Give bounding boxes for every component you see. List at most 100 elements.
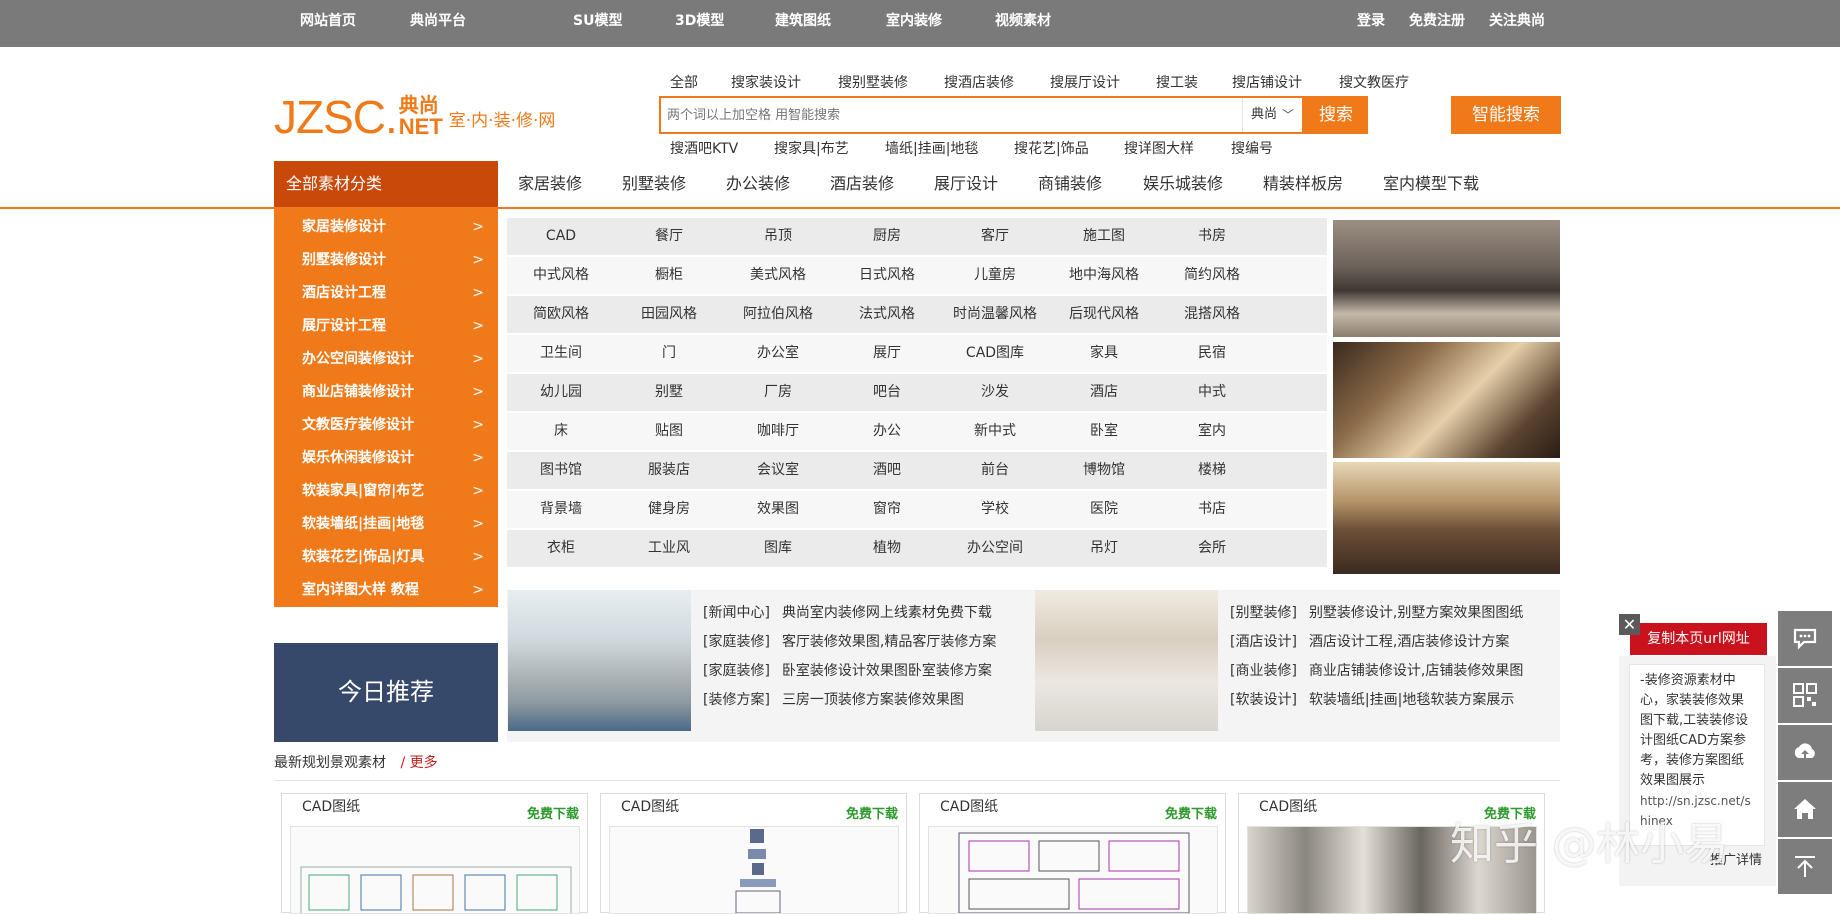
category-link[interactable]: 简约风格 [1158, 257, 1266, 294]
nav-item[interactable]: 别墅装修 [622, 161, 686, 207]
category-link[interactable]: 家具 [1050, 335, 1158, 372]
nav-item[interactable]: 娱乐城装修 [1143, 161, 1223, 207]
qrcode-icon[interactable] [1778, 668, 1832, 723]
category-link[interactable]: 展厅 [833, 335, 941, 372]
search-tab[interactable]: 搜酒店装修 [944, 72, 1014, 92]
hot-keyword[interactable]: 搜详图大样 [1124, 138, 1194, 158]
category-link[interactable]: 法式风格 [833, 296, 941, 333]
news-item[interactable]: [新闻中心] 典尚室内装修网上线素材免费下载 [703, 602, 992, 622]
news-item[interactable]: [酒店设计] 酒店设计工程,酒店装修设计方案 [1230, 631, 1509, 651]
topnav-3d-model[interactable]: 3D模型 [675, 0, 724, 43]
category-link[interactable]: 民宿 [1158, 335, 1266, 372]
nav-item[interactable]: 精装样板房 [1263, 161, 1343, 207]
category-link[interactable]: 餐厅 [615, 218, 723, 255]
category-link[interactable]: 前台 [941, 452, 1049, 489]
topnav-home[interactable]: 网站首页 [300, 0, 356, 43]
category-link[interactable]: 吊顶 [724, 218, 832, 255]
room-photo-lounge[interactable] [1333, 462, 1560, 574]
category-link[interactable]: 室内 [1158, 413, 1266, 450]
topnav-architecture[interactable]: 建筑图纸 [775, 0, 831, 43]
sidebar-item[interactable]: 酒店设计工程 > [274, 277, 498, 310]
upload-icon[interactable] [1778, 725, 1832, 780]
search-tab[interactable]: 搜别墅装修 [838, 72, 908, 92]
category-link[interactable]: 床 [507, 413, 615, 450]
category-link[interactable]: 厂房 [724, 374, 832, 411]
search-tab[interactable]: 搜文教医疗 [1339, 72, 1409, 92]
category-link[interactable]: 中式 [1158, 374, 1266, 411]
category-link[interactable]: 卫生间 [507, 335, 615, 372]
free-download-label[interactable]: 免费下载 [527, 803, 579, 822]
category-link[interactable]: 幼儿园 [507, 374, 615, 411]
category-link[interactable]: 儿童房 [941, 257, 1049, 294]
sidebar-item[interactable]: 家居装修设计 > [274, 211, 498, 244]
category-link[interactable]: 会议室 [724, 452, 832, 489]
category-link[interactable]: 日式风格 [833, 257, 941, 294]
category-link[interactable]: 门 [615, 335, 723, 372]
today-recommend-banner[interactable]: 今日推荐 [274, 643, 498, 742]
copy-url-button[interactable]: 复制本页url网址 [1630, 623, 1767, 655]
category-link[interactable]: 别墅 [615, 374, 723, 411]
hot-keyword[interactable]: 搜家具|布艺 [774, 138, 849, 158]
home-icon[interactable] [1778, 782, 1832, 837]
search-tab[interactable]: 搜工装 [1156, 72, 1198, 92]
sidebar-item[interactable]: 文教医疗装修设计 > [274, 409, 498, 442]
search-scope-select[interactable]: 典尚 ﹀ [1242, 98, 1302, 132]
topnav-su-model[interactable]: SU模型 [573, 0, 622, 43]
category-link[interactable]: 办公室 [724, 335, 832, 372]
free-download-label[interactable]: 免费下载 [846, 803, 898, 822]
category-link[interactable]: 阿拉伯风格 [724, 296, 832, 333]
search-tab[interactable]: 全部 [670, 72, 698, 92]
category-link[interactable]: 客厅 [941, 218, 1049, 255]
category-link[interactable]: 植物 [833, 530, 941, 567]
category-link[interactable]: 博物馆 [1050, 452, 1158, 489]
category-link[interactable]: 施工图 [1050, 218, 1158, 255]
sidebar-item[interactable]: 软装花艺|饰品|灯具 > [274, 541, 498, 574]
nav-item[interactable]: 家居装修 [518, 161, 582, 207]
search-input[interactable] [667, 104, 1187, 126]
news-item[interactable]: [商业装修] 商业店铺装修设计,店铺装修效果图 [1230, 660, 1523, 680]
sidebar-item[interactable]: 办公空间装修设计 > [274, 343, 498, 376]
search-tab[interactable]: 搜展厅设计 [1050, 72, 1120, 92]
chat-icon[interactable] [1778, 611, 1832, 666]
room-photo-living[interactable] [1333, 220, 1560, 337]
category-link[interactable]: 图库 [724, 530, 832, 567]
category-link[interactable]: 吊灯 [1050, 530, 1158, 567]
category-link[interactable]: 田园风格 [615, 296, 723, 333]
category-link[interactable]: 书房 [1158, 218, 1266, 255]
login-link[interactable]: 登录 [1357, 0, 1385, 43]
category-link[interactable]: 简欧风格 [507, 296, 615, 333]
close-icon[interactable]: ✕ [1619, 614, 1640, 635]
category-link[interactable]: 学校 [941, 491, 1049, 528]
category-link[interactable]: 酒吧 [833, 452, 941, 489]
sidebar-item[interactable]: 展厅设计工程 > [274, 310, 498, 343]
material-card[interactable]: CAD图纸 免费下载 [919, 793, 1226, 914]
search-button[interactable]: 搜索 [1304, 96, 1368, 134]
category-link[interactable]: 衣柜 [507, 530, 615, 567]
category-link[interactable]: 吧台 [833, 374, 941, 411]
search-tab[interactable]: 搜家装设计 [731, 72, 801, 92]
back-to-top-icon[interactable] [1778, 839, 1832, 894]
category-link[interactable]: 图书馆 [507, 452, 615, 489]
news-item[interactable]: [软装设计] 软装墙纸|挂画|地毯软装方案展示 [1230, 689, 1514, 709]
category-link[interactable]: 时尚温馨风格 [941, 296, 1049, 333]
material-card[interactable]: CAD图纸 免费下载 [600, 793, 907, 914]
category-link[interactable]: 中式风格 [507, 257, 615, 294]
category-link[interactable]: 会所 [1158, 530, 1266, 567]
news-image-reception[interactable] [1035, 590, 1218, 731]
sidebar-item[interactable]: 别墅装修设计 > [274, 244, 498, 277]
more-link[interactable]: / 更多 [400, 755, 437, 771]
register-link[interactable]: 免费注册 [1409, 0, 1465, 43]
news-image-lobby[interactable] [508, 590, 691, 731]
free-download-label[interactable]: 免费下载 [1165, 803, 1217, 822]
hot-keyword[interactable]: 搜编号 [1231, 138, 1273, 158]
category-link[interactable]: 书店 [1158, 491, 1266, 528]
sidebar-item[interactable]: 室内详图大样 教程 > [274, 574, 498, 607]
nav-item[interactable]: 办公装修 [726, 161, 790, 207]
sidebar-item[interactable]: 软装墙纸|挂画|地毯 > [274, 508, 498, 541]
news-item[interactable]: [家庭装修] 卧室装修设计效果图卧室装修方案 [703, 660, 992, 680]
search-tab[interactable]: 搜店铺设计 [1232, 72, 1302, 92]
category-link[interactable]: 办公 [833, 413, 941, 450]
category-link[interactable]: 健身房 [615, 491, 723, 528]
category-link[interactable]: 美式风格 [724, 257, 832, 294]
all-category-button[interactable]: 全部素材分类 [274, 161, 498, 207]
